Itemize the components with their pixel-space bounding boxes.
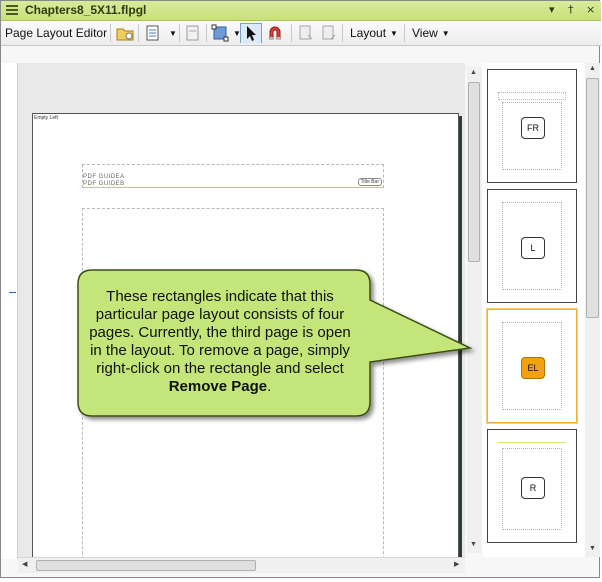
thumbnail-header-frame [498, 92, 566, 100]
page-label-fr: FR [521, 117, 545, 139]
callout-text: These rectangles indicate that this part… [88, 288, 352, 396]
scroll-left-arrow-icon[interactable]: ◀ [22, 560, 27, 568]
scroll-up-arrow-icon[interactable]: ▲ [470, 69, 477, 76]
page-thumbnail[interactable]: FR [487, 69, 577, 183]
new-page-icon[interactable] [143, 23, 163, 43]
canvas-horizontal-scrollbar[interactable]: ◀ ▶ [18, 557, 465, 573]
toolbar: Page Layout Editor ▼ ▼ Layout ▼ View ▼ [1, 21, 601, 46]
toolbar-separator [179, 24, 180, 42]
header-text-line: PDF GUIDEB [83, 181, 125, 187]
view-menu-label: View [412, 26, 438, 40]
scrollbar-thumb[interactable] [36, 560, 256, 571]
close-icon[interactable]: × [586, 3, 595, 16]
page-label-r: R [521, 477, 545, 499]
toolbar-separator [138, 24, 139, 42]
window-title: Chapters8_5X11.flpgl [25, 3, 147, 17]
chevron-down-icon[interactable]: ▼ [165, 26, 177, 40]
scroll-up-arrow-icon[interactable]: ▲ [589, 65, 596, 72]
header-text-line: PDF GUIDEA [83, 174, 125, 180]
snap-magnet-icon[interactable] [265, 23, 285, 43]
page-thumbnails-pane: FR L EL R [482, 63, 585, 557]
bring-forward-icon[interactable] [296, 23, 316, 43]
page-thumbnail[interactable]: L [487, 189, 577, 303]
thumbnail-header-line [498, 442, 566, 443]
toolbar-separator [110, 24, 111, 42]
callout-text-main: These rectangles indicate that this part… [89, 288, 351, 377]
frame-tool-icon[interactable] [210, 23, 230, 43]
page-properties-icon[interactable] [183, 23, 203, 43]
scroll-down-arrow-icon[interactable]: ▼ [470, 541, 477, 548]
callout-text-end: . [267, 378, 272, 395]
toolbar-separator [404, 24, 405, 42]
toolbar-separator [291, 24, 292, 42]
chevron-down-icon: ▼ [390, 29, 398, 39]
dropdown-arrow-icon[interactable]: ▾ [549, 3, 555, 16]
page-type-label: Empty Left [34, 115, 58, 121]
send-backward-icon[interactable] [319, 23, 339, 43]
editor-label: Page Layout Editor [5, 26, 108, 40]
chevron-down-icon: ▼ [441, 29, 450, 39]
page-label-l: L [521, 237, 545, 259]
scrollbar-thumb[interactable] [468, 82, 480, 262]
page-thumbnail[interactable]: R [487, 429, 577, 543]
thumbnails-vertical-scrollbar[interactable]: ▲ ▼ [585, 63, 600, 557]
window-menu-icon[interactable] [6, 5, 18, 16]
vertical-ruler [1, 63, 18, 559]
scroll-right-arrow-icon[interactable]: ▶ [454, 560, 459, 568]
header-frame[interactable]: PDF GUIDEA PDF GUIDEB Title Bar [82, 164, 384, 188]
scrollbar-thumb[interactable] [586, 78, 599, 318]
view-menu[interactable]: View ▼ [412, 26, 450, 40]
ruler-marker [9, 292, 16, 293]
layout-menu[interactable]: Layout ▼ [350, 26, 398, 40]
pointer-icon[interactable] [240, 23, 262, 43]
canvas-vertical-scrollbar[interactable]: ▲ ▼ [467, 67, 482, 553]
pin-icon[interactable]: † [568, 3, 574, 16]
toolbar-separator [342, 24, 343, 42]
scroll-down-arrow-icon[interactable]: ▼ [589, 545, 596, 552]
toolbar-separator [206, 24, 207, 42]
title-bar: Chapters8_5X11.flpgl ▾ † × [1, 1, 601, 21]
callout-emphasis: Remove Page [168, 378, 268, 395]
open-folder-icon[interactable] [115, 23, 135, 43]
layout-menu-label: Layout [350, 26, 387, 40]
title-bar-chip: Title Bar [357, 178, 382, 186]
page-label-el: EL [521, 357, 545, 379]
page-thumbnail-selected[interactable]: EL [486, 308, 578, 424]
